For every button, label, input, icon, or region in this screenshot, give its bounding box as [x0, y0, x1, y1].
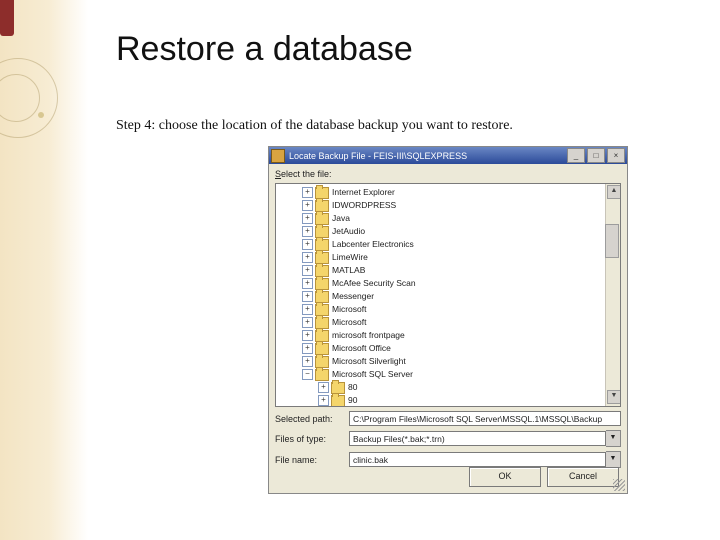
tree-expand-icon[interactable]: +: [302, 239, 313, 250]
scroll-thumb[interactable]: [605, 224, 619, 258]
tree-expand-icon[interactable]: +: [302, 252, 313, 263]
ok-button[interactable]: OK: [469, 467, 541, 487]
scroll-down-button[interactable]: ▼: [607, 390, 621, 404]
tree-item[interactable]: − Microsoft SQL Server: [276, 368, 620, 381]
tree-item-label: MATLAB: [332, 264, 365, 277]
tree-expand-icon[interactable]: +: [302, 187, 313, 198]
locate-backup-dialog: Locate Backup File - FEIS-III\SQLEXPRESS…: [268, 146, 628, 494]
folder-icon: [331, 395, 345, 407]
selected-path-input[interactable]: C:\Program Files\Microsoft SQL Server\MS…: [349, 411, 621, 426]
files-of-type-label: Files of type:: [275, 434, 349, 444]
tree-item[interactable]: +80: [276, 381, 620, 394]
dialog-form: Selected path: C:\Program Files\Microsof…: [275, 411, 621, 472]
scroll-up-button[interactable]: ▲: [607, 185, 621, 199]
tree-item[interactable]: + McAfee Security Scan: [276, 277, 620, 290]
tree-item[interactable]: + LimeWire: [276, 251, 620, 264]
select-file-label: Select the file:: [275, 169, 332, 179]
tree-item[interactable]: + Messenger: [276, 290, 620, 303]
tree-item[interactable]: +90: [276, 394, 620, 406]
tree-expand-icon[interactable]: +: [302, 213, 313, 224]
folder-icon: [315, 369, 329, 381]
resize-grip[interactable]: [613, 479, 625, 491]
tree-expand-icon[interactable]: +: [302, 265, 313, 276]
slide-title: Restore a database: [116, 30, 413, 69]
chevron-down-icon[interactable]: ▼: [606, 451, 621, 468]
scrollbar[interactable]: ▲ ▼: [605, 184, 620, 406]
tree-expand-icon[interactable]: +: [302, 356, 313, 367]
tree-item-label: 80: [348, 381, 357, 394]
tree-expand-icon[interactable]: +: [302, 291, 313, 302]
dialog-title: Locate Backup File - FEIS-III\SQLEXPRESS: [289, 151, 467, 161]
tree-item[interactable]: + microsoft frontpage: [276, 329, 620, 342]
maximize-button[interactable]: □: [587, 148, 605, 163]
file-tree[interactable]: + Internet Explorer + IDWORDPRESS + Java + JetA…: [275, 183, 621, 407]
decor-dot: [38, 112, 44, 118]
tree-item-label: Internet Explorer: [332, 186, 395, 199]
tree-item-label: LimeWire: [332, 251, 368, 264]
tree-expand-icon[interactable]: +: [302, 278, 313, 289]
tree-expand-icon[interactable]: +: [302, 226, 313, 237]
file-name-input[interactable]: clinic.bak: [349, 452, 606, 467]
tree-item-label: 90: [348, 394, 357, 406]
chevron-down-icon[interactable]: ▼: [606, 430, 621, 447]
tree-item-label: Java: [332, 212, 350, 225]
ribbon-decoration: [0, 0, 14, 36]
app-icon: [271, 149, 285, 163]
files-of-type-select[interactable]: Backup Files(*.bak;*.trn): [349, 431, 606, 446]
tree-item[interactable]: + Java: [276, 212, 620, 225]
tree-item[interactable]: + Microsoft: [276, 303, 620, 316]
tree-expand-icon[interactable]: +: [318, 395, 329, 406]
tree-expand-icon[interactable]: +: [302, 330, 313, 341]
tree-item-label: Microsoft SQL Server: [332, 368, 413, 381]
slide-step-text: Step 4: choose the location of the datab…: [116, 118, 513, 134]
cancel-button[interactable]: Cancel: [547, 467, 619, 487]
tree-item-label: JetAudio: [332, 225, 365, 238]
tree-item-label: Labcenter Electronics: [332, 238, 414, 251]
tree-item-label: McAfee Security Scan: [332, 277, 416, 290]
file-name-label: File name:: [275, 455, 349, 465]
tree-item[interactable]: + JetAudio: [276, 225, 620, 238]
tree-item[interactable]: + Microsoft Office: [276, 342, 620, 355]
tree-item-label: Microsoft Office: [332, 342, 391, 355]
tree-item-label: Microsoft: [332, 303, 366, 316]
tree-item-label: Microsoft Silverlight: [332, 355, 406, 368]
tree-expand-icon[interactable]: +: [302, 200, 313, 211]
tree-item[interactable]: + MATLAB: [276, 264, 620, 277]
tree-item[interactable]: + Microsoft: [276, 316, 620, 329]
tree-expand-icon[interactable]: +: [302, 317, 313, 328]
dialog-titlebar[interactable]: Locate Backup File - FEIS-III\SQLEXPRESS…: [269, 147, 627, 164]
tree-item[interactable]: + Microsoft Silverlight: [276, 355, 620, 368]
tree-item-label: Messenger: [332, 290, 374, 303]
tree-expand-icon[interactable]: +: [318, 382, 329, 393]
minimize-button[interactable]: _: [567, 148, 585, 163]
tree-item-label: microsoft frontpage: [332, 329, 405, 342]
slide-sidebar: [0, 0, 88, 540]
close-button[interactable]: ×: [607, 148, 625, 163]
tree-item[interactable]: + Internet Explorer: [276, 186, 620, 199]
tree-item[interactable]: + Labcenter Electronics: [276, 238, 620, 251]
selected-path-label: Selected path:: [275, 414, 349, 424]
tree-item-label: IDWORDPRESS: [332, 199, 396, 212]
tree-item-label: Microsoft: [332, 316, 366, 329]
tree-expand-icon[interactable]: −: [302, 369, 313, 380]
tree-expand-icon[interactable]: +: [302, 304, 313, 315]
tree-expand-icon[interactable]: +: [302, 343, 313, 354]
tree-item[interactable]: + IDWORDPRESS: [276, 199, 620, 212]
